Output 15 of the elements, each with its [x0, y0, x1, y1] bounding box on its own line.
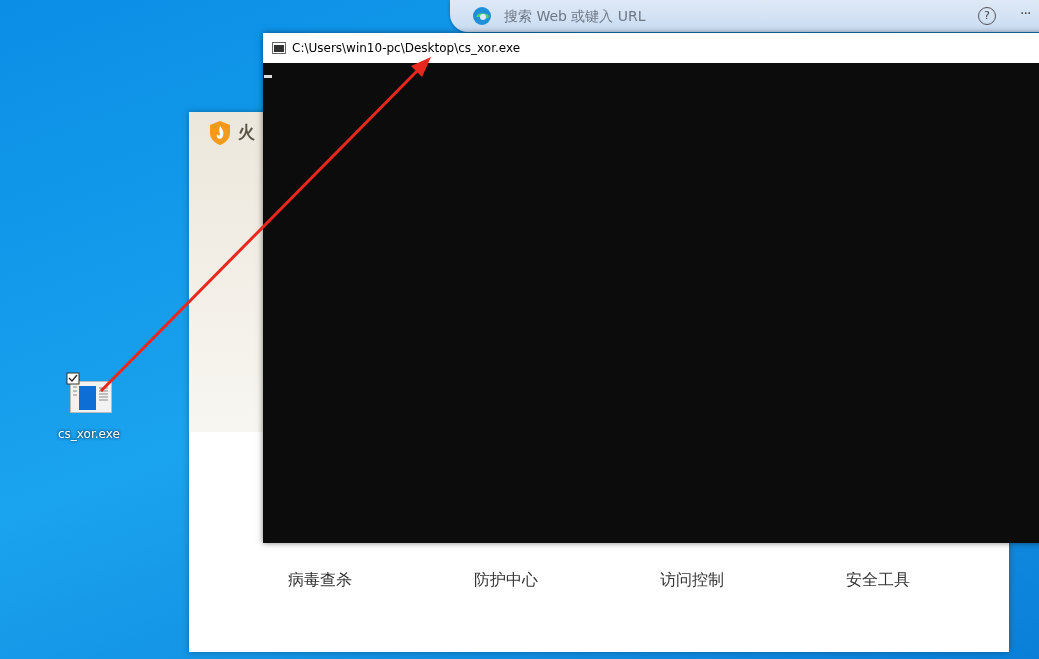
app-title: 火	[238, 121, 255, 144]
checkbox[interactable]	[66, 372, 80, 385]
nav-tab[interactable]: 访问控制	[599, 570, 785, 591]
nav-tab[interactable]: 病毒查杀	[227, 570, 413, 591]
exe-file-icon[interactable]	[70, 381, 112, 413]
browser-logo-icon	[472, 6, 492, 26]
window-title: C:\Users\win10-pc\Desktop\cs_xor.exe	[292, 41, 521, 55]
file-label: cs_xor.exe	[58, 427, 120, 441]
shield-flame-icon	[210, 121, 230, 145]
nav-tab[interactable]: 防护中心	[413, 570, 599, 591]
nav-tab[interactable]: 安全工具	[785, 570, 971, 591]
text-cursor	[264, 75, 272, 78]
search-field[interactable]: 搜索 Web 或键入 URL	[504, 8, 804, 24]
console-icon	[272, 42, 286, 54]
more-button[interactable]: ···	[1020, 5, 1031, 21]
